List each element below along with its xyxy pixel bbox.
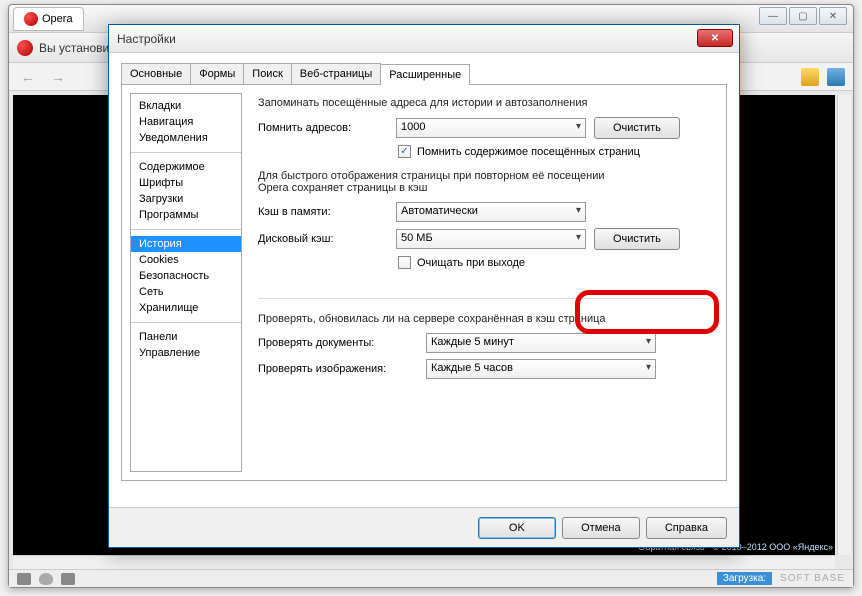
sidebar-item-storage[interactable]: Хранилище [131,300,241,316]
opera-icon [24,12,38,26]
cancel-button[interactable]: Отмена [562,517,640,539]
disk-cache-select[interactable]: 50 МБ [396,229,586,249]
tab-search[interactable]: Поиск [243,63,291,84]
dialog-body: Основные Формы Поиск Веб-страницы Расшир… [109,53,739,509]
close-icon[interactable]: ✕ [697,29,733,47]
cache-intro-2: Opera сохраняет страницы в кэш [258,182,710,194]
maximize-button[interactable]: ▢ [789,7,817,25]
cloud-icon [39,573,53,585]
loading-badge: Загрузка: [717,572,772,585]
window-controls: — ▢ ✕ [759,7,847,25]
check-images-label: Проверять изображения: [258,363,418,375]
browser-tab[interactable]: Opera [13,7,84,31]
extension-icon[interactable] [827,68,845,86]
status-icon [17,573,31,585]
horizontal-scrollbar[interactable] [13,555,835,569]
status-bar: Загрузка: SOFT BASE [9,569,853,587]
clear-on-exit-label: Очищать при выходе [417,257,525,269]
brand-watermark: SOFT BASE [780,573,845,584]
check-intro: Проверять, обновилась ли на сервере сохр… [258,313,710,325]
sidebar-item-navigation[interactable]: Навигация [131,114,241,130]
back-button[interactable]: ← [17,67,39,87]
tab-webpages[interactable]: Веб-страницы [291,63,382,84]
close-window-button[interactable]: ✕ [819,7,847,25]
tab-general[interactable]: Основные [121,63,191,84]
minimize-button[interactable]: — [759,7,787,25]
dialog-footer: OK Отмена Справка [109,507,739,547]
check-documents-label: Проверять документы: [258,337,418,349]
sidebar-item-management[interactable]: Управление [131,345,241,361]
sidebar-item-network[interactable]: Сеть [131,284,241,300]
bookmark-icon[interactable] [801,68,819,86]
tabs-row: Основные Формы Поиск Веб-страницы Расшир… [121,63,727,85]
clear-history-button[interactable]: Очистить [594,117,680,139]
dialog-title: Настройки [117,32,176,46]
check-images-select[interactable]: Каждые 5 часов [426,359,656,379]
tab-forms[interactable]: Формы [190,63,244,84]
help-button[interactable]: Справка [646,517,727,539]
sidebar-item-tabs[interactable]: Вкладки [131,98,241,114]
remember-addresses-label: Помнить адресов: [258,122,388,134]
memory-cache-label: Кэш в памяти: [258,206,388,218]
history-intro: Запоминать посещённые адреса для истории… [258,97,710,109]
sidebar-item-cookies[interactable]: Cookies [131,252,241,268]
ok-button[interactable]: OK [478,517,556,539]
dialog-titlebar[interactable]: Настройки ✕ [109,25,739,53]
sidebar-item-fonts[interactable]: Шрифты [131,175,241,191]
clear-disk-cache-button[interactable]: Очистить [594,228,680,250]
settings-pane: Запоминать посещённые адреса для истории… [250,93,718,472]
side-list: Вкладки Навигация Уведомления Содержимое… [130,93,242,472]
opera-icon [17,40,33,56]
toolbar-text: Вы установи [39,41,109,55]
tab-title: Opera [42,13,73,25]
cache-intro-1: Для быстрого отображения страницы при по… [258,170,710,182]
sidebar-item-panels[interactable]: Панели [131,329,241,345]
tab-content: Вкладки Навигация Уведомления Содержимое… [121,85,727,481]
settings-dialog: Настройки ✕ Основные Формы Поиск Веб-стр… [108,24,740,548]
check-documents-select[interactable]: Каждые 5 минут [426,333,656,353]
memory-cache-select[interactable]: Автоматически [396,202,586,222]
sidebar-item-programs[interactable]: Программы [131,207,241,223]
sidebar-item-downloads[interactable]: Загрузки [131,191,241,207]
forward-button[interactable]: → [47,67,69,87]
camera-icon [61,573,75,585]
remember-addresses-select[interactable]: 1000 [396,118,586,138]
sidebar-item-history[interactable]: История [131,236,241,252]
vertical-scrollbar[interactable] [837,95,851,555]
remember-content-label: Помнить содержимое посещённых страниц [417,146,640,158]
tab-advanced[interactable]: Расширенные [380,64,470,85]
sidebar-item-content[interactable]: Содержимое [131,159,241,175]
remember-content-checkbox[interactable]: ✓ [398,145,411,158]
sidebar-item-security[interactable]: Безопасность [131,268,241,284]
clear-on-exit-checkbox[interactable] [398,256,411,269]
disk-cache-label: Дисковый кэш: [258,233,388,245]
sidebar-item-notifications[interactable]: Уведомления [131,130,241,146]
